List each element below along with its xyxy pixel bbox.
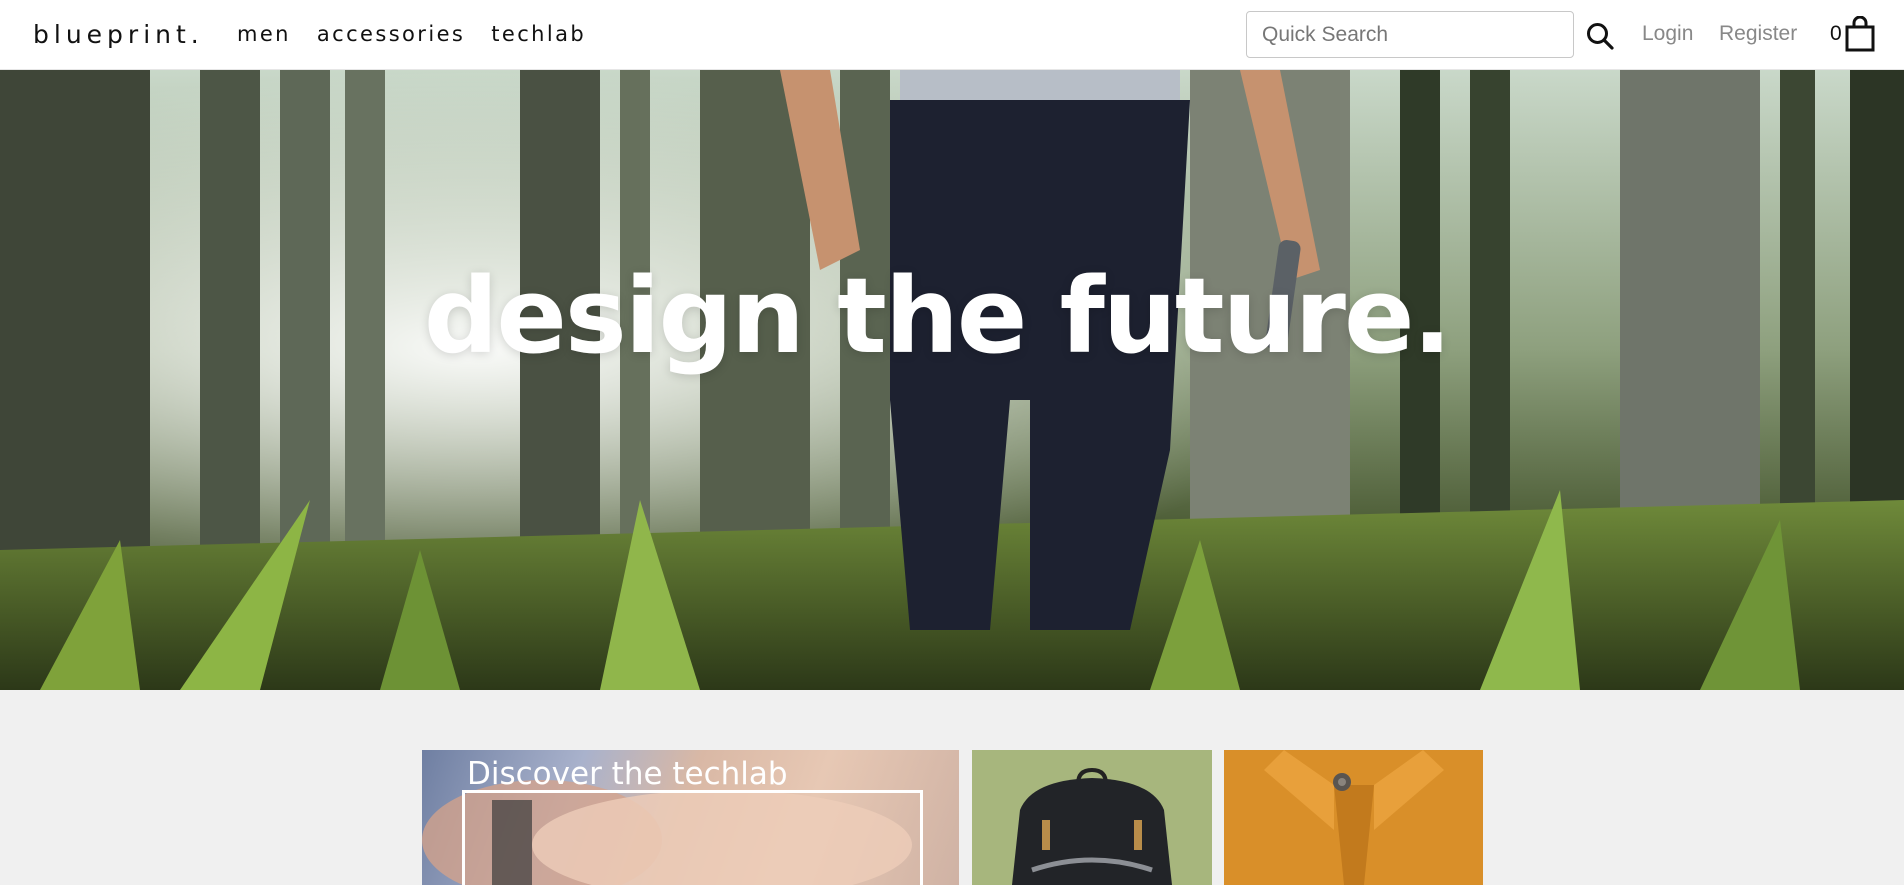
cart-button[interactable]: 0 bbox=[1830, 14, 1875, 54]
hero-headline: design the future. bbox=[423, 255, 1452, 377]
shirt-image bbox=[1264, 750, 1444, 885]
techlab-card-title: Discover the techlab bbox=[467, 756, 788, 792]
brand-logo[interactable]: blueprint. bbox=[33, 20, 204, 49]
search-icon bbox=[1587, 23, 1614, 50]
hero-forest-image bbox=[0, 70, 1904, 690]
site-header: blueprint. men accessories techlab Login… bbox=[0, 0, 1904, 70]
techlab-card-frame bbox=[462, 790, 923, 885]
quick-search-input[interactable] bbox=[1246, 11, 1574, 58]
hero-banner: design the future. bbox=[0, 70, 1904, 690]
techlab-card[interactable]: Discover the techlab bbox=[422, 750, 959, 885]
login-link[interactable]: Login bbox=[1642, 22, 1693, 46]
search-button[interactable] bbox=[1585, 21, 1615, 51]
category-cards: Discover the techlab bbox=[0, 690, 1904, 885]
nav-link-accessories[interactable]: accessories bbox=[317, 22, 465, 46]
backpack-card[interactable] bbox=[972, 750, 1212, 885]
shirt-card[interactable] bbox=[1224, 750, 1483, 885]
nav-link-men[interactable]: men bbox=[237, 22, 291, 46]
shopping-bag-icon bbox=[1845, 16, 1875, 52]
backpack-image bbox=[1012, 768, 1172, 885]
nav-link-techlab[interactable]: techlab bbox=[491, 22, 586, 46]
cart-count: 0 bbox=[1830, 22, 1842, 45]
register-link[interactable]: Register bbox=[1719, 22, 1797, 46]
main-nav: men accessories techlab bbox=[237, 22, 586, 46]
